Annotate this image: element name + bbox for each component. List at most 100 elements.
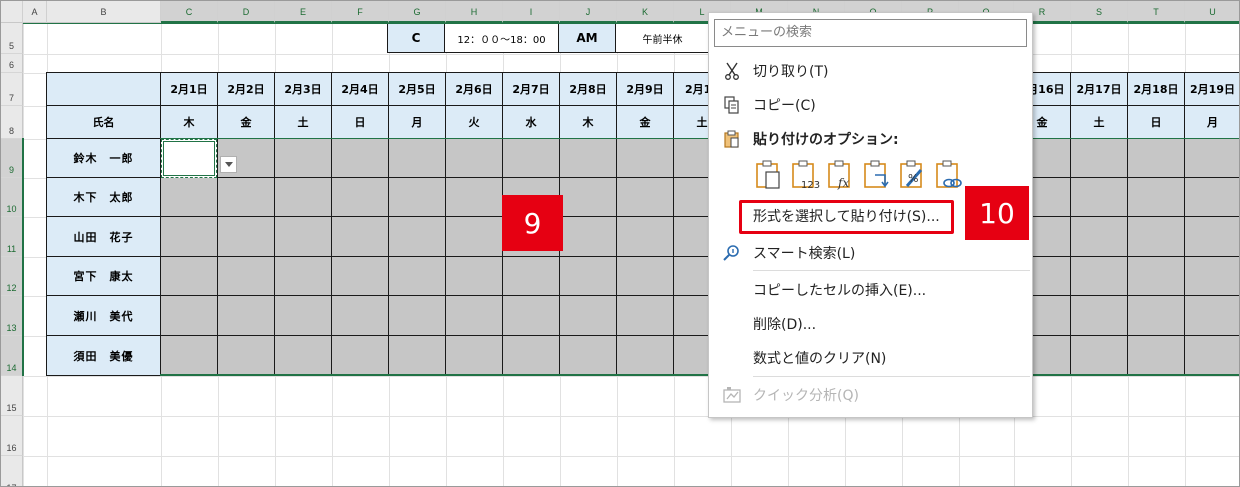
schedule-cell[interactable] — [388, 295, 446, 336]
weekday-header[interactable]: 水 — [502, 105, 560, 139]
schedule-cell[interactable] — [616, 335, 674, 376]
schedule-cell[interactable] — [274, 138, 332, 178]
employee-name[interactable]: 山田 花子 — [46, 216, 161, 257]
schedule-cell[interactable] — [1127, 335, 1185, 376]
schedule-cell[interactable] — [445, 256, 503, 296]
schedule-cell[interactable] — [559, 216, 617, 257]
column-header-d[interactable]: D — [218, 1, 275, 23]
schedule-cell[interactable] — [616, 295, 674, 336]
schedule-cell[interactable] — [1184, 295, 1239, 336]
schedule-cell[interactable] — [1070, 295, 1128, 336]
column-header-b[interactable]: B — [47, 1, 161, 23]
weekday-header[interactable]: 木 — [160, 105, 218, 139]
info-am-label[interactable]: AM — [558, 23, 616, 53]
weekday-header[interactable]: 土 — [274, 105, 332, 139]
column-header-t[interactable]: T — [1128, 1, 1185, 23]
weekday-header[interactable]: 土 — [1070, 105, 1128, 139]
schedule-cell[interactable] — [502, 138, 560, 178]
date-header[interactable]: 2月8日 — [559, 72, 617, 106]
weekday-header[interactable]: 金 — [616, 105, 674, 139]
schedule-cell[interactable] — [217, 256, 275, 296]
schedule-cell[interactable] — [274, 177, 332, 217]
schedule-cell[interactable] — [274, 295, 332, 336]
column-header-f[interactable]: F — [332, 1, 389, 23]
schedule-cell[interactable] — [1070, 216, 1128, 257]
schedule-cell[interactable] — [616, 256, 674, 296]
menu-item-smart-lookup[interactable]: スマート検索(L) — [709, 238, 1032, 268]
schedule-cell[interactable] — [1070, 177, 1128, 217]
schedule-cell[interactable] — [331, 216, 389, 257]
schedule-cell[interactable] — [1127, 216, 1185, 257]
schedule-cell[interactable] — [559, 256, 617, 296]
schedule-cell[interactable] — [388, 138, 446, 178]
paste-formulas-icon[interactable]: fx — [827, 160, 855, 190]
paste-link-icon[interactable] — [935, 160, 963, 190]
schedule-cell[interactable] — [331, 177, 389, 217]
active-cell[interactable] — [161, 139, 217, 178]
schedule-cell[interactable] — [1184, 335, 1239, 376]
column-header-j[interactable]: J — [560, 1, 617, 23]
schedule-cell[interactable] — [331, 138, 389, 178]
date-header[interactable]: 2月5日 — [388, 72, 446, 106]
menu-search-input[interactable]: メニューの検索 — [714, 19, 1027, 47]
schedule-cell[interactable] — [217, 335, 275, 376]
weekday-header[interactable]: 木 — [559, 105, 617, 139]
info-c-label[interactable]: C — [387, 23, 445, 53]
info-am-desc[interactable]: 午前半休 — [615, 23, 710, 53]
date-header[interactable]: 2月3日 — [274, 72, 332, 106]
row-header-13[interactable]: 13 — [1, 296, 23, 336]
employee-name[interactable]: 宮下 康太 — [46, 256, 161, 296]
schedule-cell[interactable] — [559, 177, 617, 217]
row-header-16[interactable]: 16 — [1, 416, 23, 456]
date-header[interactable]: 2月18日 — [1127, 72, 1185, 106]
schedule-cell[interactable] — [445, 138, 503, 178]
schedule-cell[interactable] — [217, 216, 275, 257]
info-hours[interactable]: 12：００～18：00 — [444, 23, 559, 53]
column-header-h[interactable]: H — [446, 1, 503, 23]
schedule-cell[interactable] — [1127, 256, 1185, 296]
column-header-k[interactable]: K — [617, 1, 674, 23]
schedule-cell[interactable] — [445, 216, 503, 257]
schedule-cell[interactable] — [274, 256, 332, 296]
schedule-cell[interactable] — [1070, 138, 1128, 178]
schedule-cell[interactable] — [217, 177, 275, 217]
menu-item-delete[interactable]: 削除(D)... — [709, 309, 1032, 339]
schedule-cell[interactable] — [445, 295, 503, 336]
weekday-header[interactable]: 月 — [388, 105, 446, 139]
schedule-cell[interactable] — [1070, 335, 1128, 376]
schedule-cell[interactable] — [160, 295, 218, 336]
select-all-corner[interactable] — [1, 1, 23, 23]
schedule-cell[interactable] — [1184, 177, 1239, 217]
paste-transpose-icon[interactable] — [863, 160, 891, 190]
date-header[interactable]: 2月9日 — [616, 72, 674, 106]
paste-icon[interactable] — [755, 160, 783, 190]
row-header-7[interactable]: 7 — [1, 73, 23, 106]
schedule-cell[interactable] — [616, 177, 674, 217]
row-header-14[interactable]: 14 — [1, 336, 23, 376]
schedule-cell[interactable] — [388, 256, 446, 296]
name-header[interactable]: 氏名 — [46, 105, 161, 139]
employee-name[interactable]: 須田 美優 — [46, 335, 161, 376]
employee-name[interactable]: 木下 太郎 — [46, 177, 161, 217]
column-header-g[interactable]: G — [389, 1, 446, 23]
schedule-cell[interactable] — [616, 216, 674, 257]
row-header-6[interactable]: 6 — [1, 54, 23, 73]
date-header[interactable]: 2月6日 — [445, 72, 503, 106]
weekday-header[interactable]: 日 — [331, 105, 389, 139]
schedule-cell[interactable] — [445, 335, 503, 376]
column-header-i[interactable]: I — [503, 1, 560, 23]
schedule-cell[interactable] — [160, 256, 218, 296]
row-header-8[interactable]: 8 — [1, 106, 23, 139]
schedule-cell[interactable] — [331, 295, 389, 336]
schedule-cell[interactable] — [1127, 138, 1185, 178]
schedule-cell[interactable] — [1184, 138, 1239, 178]
schedule-cell[interactable] — [331, 256, 389, 296]
schedule-cell[interactable] — [331, 335, 389, 376]
column-header-a[interactable]: A — [23, 1, 47, 23]
column-header-s[interactable]: S — [1071, 1, 1128, 23]
date-header[interactable]: 2月7日 — [502, 72, 560, 106]
schedule-cell[interactable] — [445, 177, 503, 217]
row-header-10[interactable]: 10 — [1, 178, 23, 217]
schedule-cell[interactable] — [502, 256, 560, 296]
name-header-blank[interactable] — [46, 72, 161, 106]
